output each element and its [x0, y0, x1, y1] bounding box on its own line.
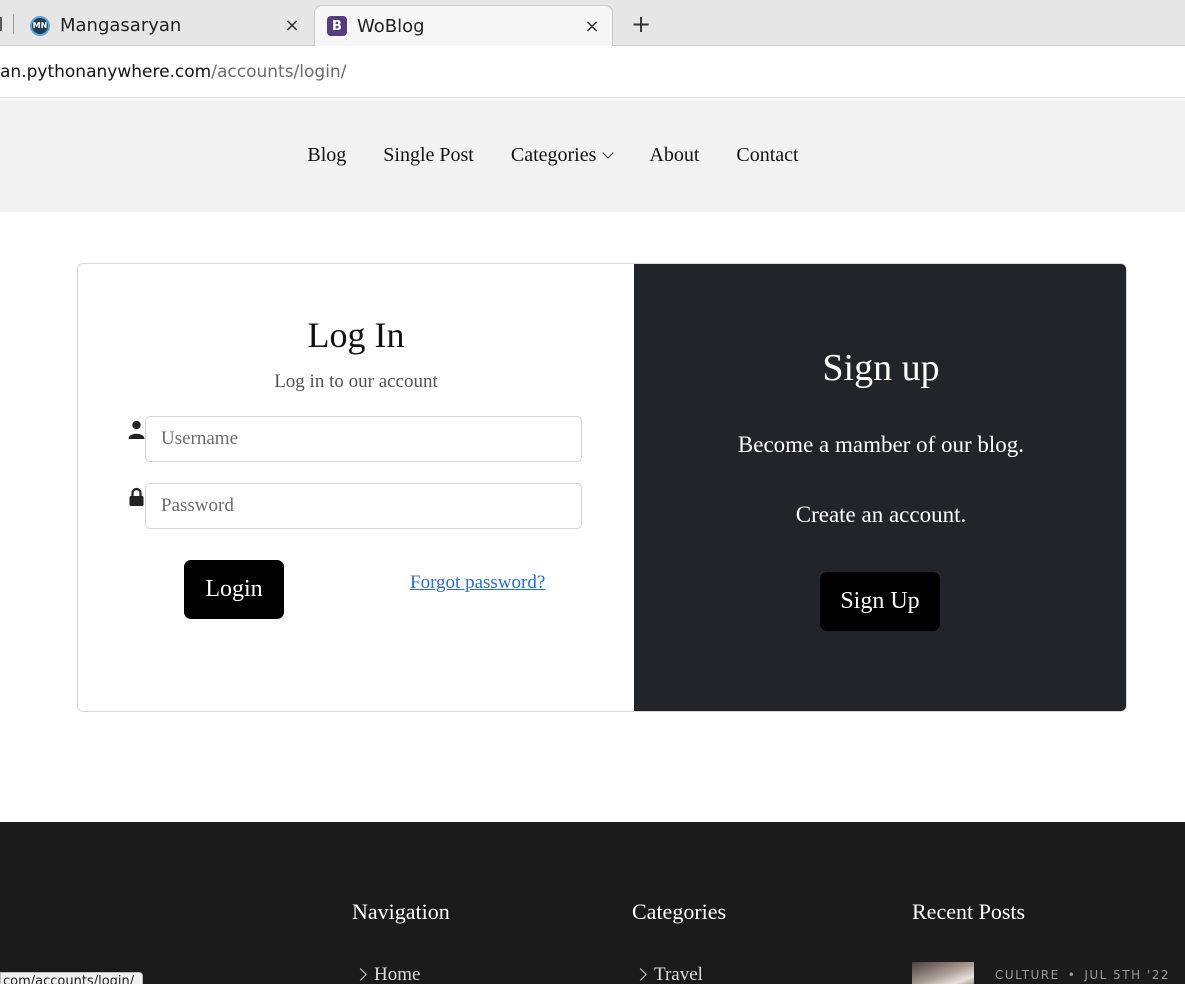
meta-separator: • — [1067, 968, 1077, 982]
signup-button[interactable]: Sign Up — [820, 572, 940, 631]
signup-text-create: Create an account. — [795, 502, 967, 527]
login-title: Log In — [307, 315, 405, 355]
footer-recent-heading: Recent Posts — [912, 899, 1026, 924]
site-navbar: Blog Single Post Categories About Contac… — [0, 100, 1185, 212]
chevron-down-icon — [602, 147, 615, 159]
tab-separator — [13, 14, 14, 34]
footer-link-label: Home — [374, 964, 421, 984]
browser-tab-bar: MN Mangasaryan × B WoBlog × + — [0, 0, 1185, 46]
user-icon — [128, 420, 145, 439]
nav-about[interactable]: About — [649, 144, 699, 167]
mn-logo-icon: MN — [30, 15, 50, 36]
chevron-right-icon — [354, 968, 367, 981]
login-button[interactable]: Login — [184, 560, 284, 619]
nav-categories[interactable]: Categories — [510, 144, 615, 167]
chevron-right-icon — [634, 968, 647, 981]
nav-categories-label: Categories — [510, 144, 597, 166]
url-path: /accounts/login/ — [211, 62, 347, 82]
status-url-tooltip: com/accounts/login/ — [0, 972, 144, 984]
tab-mangasaryan[interactable]: MN Mangasaryan × — [20, 5, 312, 46]
tab-title: WoBlog — [357, 15, 425, 37]
login-subtitle: Log in to our account — [274, 371, 438, 392]
site-footer: Navigation Categories Recent Posts Home … — [0, 822, 1185, 984]
signup-text-member: Become a mamber of our blog. — [737, 432, 1025, 457]
bootstrap-icon: B — [327, 16, 347, 36]
password-input[interactable] — [145, 483, 582, 529]
auth-card: Log In Log in to our account Login Forgo… — [77, 263, 1127, 712]
tab-title: Mangasaryan — [60, 15, 182, 36]
nav-single-post[interactable]: Single Post — [383, 144, 474, 167]
url-host: an.pythonanywhere.com — [0, 62, 212, 82]
nav-links: Blog Single Post Categories About Contac… — [0, 144, 1106, 167]
tab-woblog[interactable]: B WoBlog × — [314, 5, 613, 46]
url-text[interactable]: an.pythonanywhere.com/accounts/login/ — [0, 62, 346, 82]
close-icon[interactable]: × — [580, 16, 604, 37]
forgot-password-link[interactable]: Forgot password? — [410, 572, 545, 594]
footer-link-travel[interactable]: Travel — [634, 964, 703, 984]
recent-post-date: JUL 5TH '22 — [1084, 968, 1171, 982]
username-input[interactable] — [145, 416, 582, 462]
recent-post-category[interactable]: CULTURE — [995, 968, 1060, 982]
recent-post-thumbnail[interactable] — [912, 962, 974, 984]
signup-title: Sign up — [822, 347, 940, 389]
address-bar[interactable]: an.pythonanywhere.com/accounts/login/ — [0, 46, 1185, 98]
signup-panel: Sign up Become a mamber of our blog. Cre… — [634, 264, 1126, 711]
tab-edge — [0, 17, 3, 31]
footer-link-label: Travel — [654, 964, 703, 984]
footer-navigation-heading: Navigation — [352, 899, 450, 924]
nav-contact[interactable]: Contact — [736, 144, 798, 167]
close-icon[interactable]: × — [280, 15, 304, 36]
lock-icon — [129, 487, 144, 506]
footer-link-home[interactable]: Home — [354, 964, 421, 984]
recent-post-meta: CULTURE • JUL 5TH '22 — [995, 968, 1170, 982]
login-panel: Log In Log in to our account Login Forgo… — [78, 264, 634, 711]
new-tab-button[interactable]: + — [628, 10, 654, 38]
footer-categories-heading: Categories — [632, 899, 727, 924]
nav-blog[interactable]: Blog — [307, 144, 346, 167]
